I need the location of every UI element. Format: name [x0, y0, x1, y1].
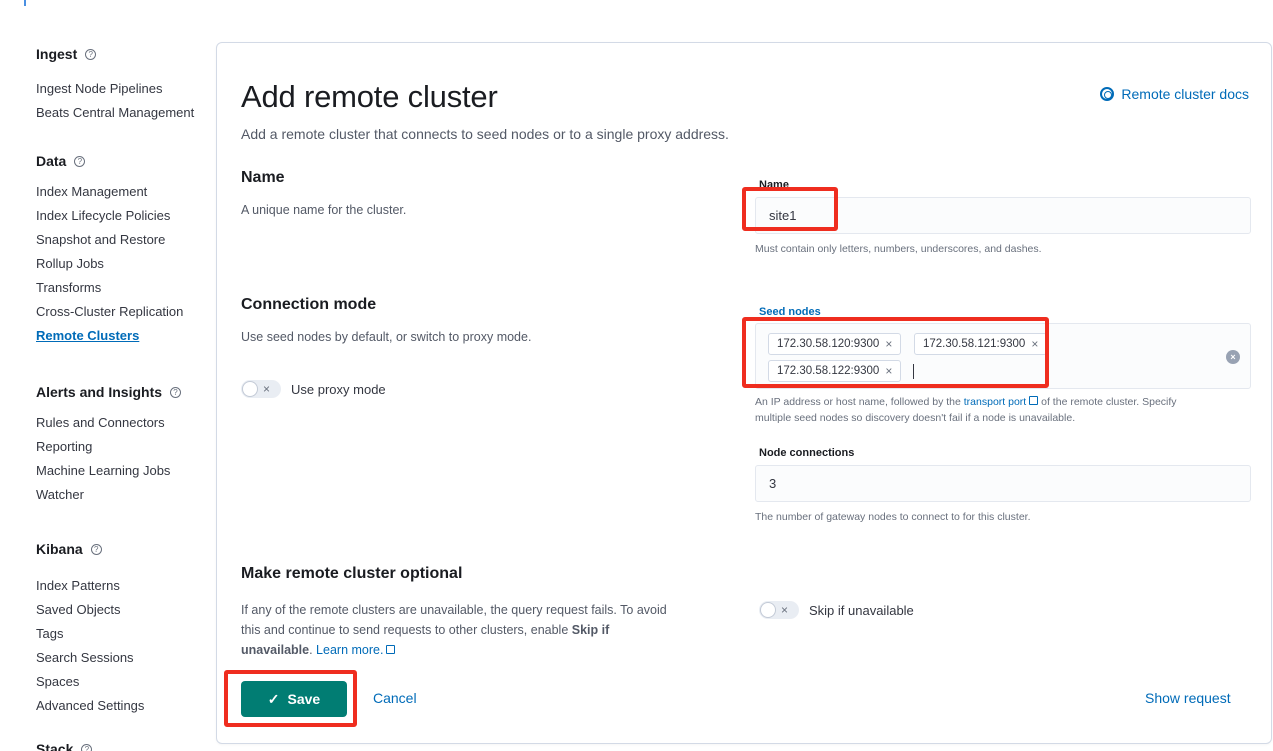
remove-chip-icon[interactable]: ×: [885, 364, 892, 378]
seed-node-chip: 172.30.58.122:9300 ×: [768, 360, 902, 382]
sidebar-item-tags[interactable]: Tags: [36, 622, 144, 646]
sidebar-item-advanced-settings[interactable]: Advanced Settings: [36, 694, 144, 718]
name-section-description: A unique name for the cluster.: [241, 203, 407, 217]
seed-help-text-end: of the remote cluster. Specify: [1038, 396, 1177, 408]
node-connections-input[interactable]: 3: [755, 465, 1251, 502]
sidebar-nav: Ingest? Ingest Node Pipelines Beats Cent…: [0, 0, 216, 751]
seed-node-chip: 172.30.58.120:9300 ×: [768, 333, 902, 355]
seed-node-value: 172.30.58.120:9300: [777, 338, 880, 350]
nav-group-ingest: Ingest? Ingest Node Pipelines Beats Cent…: [36, 45, 194, 125]
seed-nodes-label: Seed nodes: [759, 306, 821, 318]
check-icon: ✓: [267, 690, 280, 707]
nav-group-title: Data: [36, 153, 67, 169]
text-cursor: [913, 364, 914, 379]
seed-nodes-help: An IP address or host name, followed by …: [755, 394, 1255, 426]
sidebar-item-search-sessions[interactable]: Search Sessions: [36, 646, 144, 670]
show-request-button[interactable]: Show request: [1145, 690, 1231, 706]
nav-group-title: Stack: [36, 741, 74, 751]
sidebar-item-index-management[interactable]: Index Management: [36, 180, 183, 204]
external-link-icon: [1029, 396, 1039, 405]
sidebar-item-beats-central-management[interactable]: Beats Central Management: [36, 101, 194, 125]
lifebuoy-icon: [1100, 87, 1115, 101]
sidebar-item-index-lifecycle-policies[interactable]: Index Lifecycle Policies: [36, 204, 183, 228]
external-link-icon: [386, 645, 396, 654]
optional-desc-bold: Skip if: [571, 623, 610, 637]
toggle-off-icon: ×: [781, 603, 789, 617]
save-button[interactable]: ✓ Save: [241, 681, 347, 717]
name-field-label: Name: [759, 179, 789, 191]
page-title: Add remote cluster: [241, 79, 498, 114]
proxy-mode-label: Use proxy mode: [291, 381, 386, 397]
name-section-title: Name: [241, 169, 285, 186]
nav-group-title: Kibana: [36, 541, 83, 557]
connection-mode-title: Connection mode: [241, 296, 377, 313]
optional-desc-line2: this and continue to send requests to ot…: [241, 623, 572, 637]
seed-node-chip: 172.30.58.121:9300 ×: [914, 333, 1048, 355]
nav-group-alerts: Alerts and Insights? Rules and Connector…: [36, 383, 182, 507]
nav-group-stack: Stack?: [36, 740, 93, 751]
sidebar-item-cross-cluster-replication[interactable]: Cross-Cluster Replication: [36, 300, 183, 324]
sidebar-item-snapshot-and-restore[interactable]: Snapshot and Restore: [36, 228, 183, 252]
seed-node-value: 172.30.58.122:9300: [777, 365, 880, 377]
cancel-button[interactable]: Cancel: [373, 690, 417, 706]
remote-cluster-docs-link[interactable]: Remote cluster docs: [1100, 86, 1249, 102]
nav-group-title: Ingest: [36, 46, 78, 62]
sidebar-item-reporting[interactable]: Reporting: [36, 435, 181, 459]
help-icon[interactable]: ?: [85, 48, 97, 60]
docs-link-label: Remote cluster docs: [1121, 86, 1249, 102]
toggle-switch[interactable]: ×: [241, 380, 281, 398]
node-connections-label: Node connections: [759, 447, 855, 459]
toggle-off-icon: ×: [263, 382, 271, 396]
seed-nodes-combobox[interactable]: 172.30.58.120:9300 × 172.30.58.121:9300 …: [755, 323, 1251, 389]
toggle-knob: [242, 381, 258, 397]
sidebar-item-saved-objects[interactable]: Saved Objects: [36, 598, 144, 622]
nav-group-data: Data? Index Management Index Lifecycle P…: [36, 152, 183, 348]
toggle-knob: [760, 602, 776, 618]
save-button-label: Save: [287, 691, 321, 707]
toggle-switch[interactable]: ×: [759, 601, 799, 619]
name-input[interactable]: site1: [755, 197, 1251, 234]
nav-group-title: Alerts and Insights: [36, 384, 163, 400]
page-subtitle: Add a remote cluster that connects to se…: [241, 126, 729, 142]
learn-more-link[interactable]: Learn more.: [316, 643, 383, 657]
sidebar-item-ingest-node-pipelines[interactable]: Ingest Node Pipelines: [36, 77, 194, 101]
sidebar-item-watcher[interactable]: Watcher: [36, 483, 181, 507]
skip-unavailable-toggle[interactable]: × Skip if unavailable: [759, 601, 914, 619]
nav-group-kibana: Kibana? Index Patterns Saved Objects Tag…: [36, 540, 144, 718]
optional-desc-bold: unavailable: [241, 643, 310, 657]
help-icon[interactable]: ?: [74, 155, 86, 167]
sidebar-item-rules-and-connectors[interactable]: Rules and Connectors: [36, 411, 181, 435]
skip-unavailable-label: Skip if unavailable: [809, 602, 914, 618]
seed-node-value: 172.30.58.121:9300: [923, 338, 1026, 350]
seed-help-line2: multiple seed nodes so discovery doesn't…: [755, 412, 1076, 424]
main-panel: Add remote cluster Remote cluster docs A…: [216, 42, 1272, 744]
remove-chip-icon[interactable]: ×: [1031, 337, 1038, 351]
seed-help-text: An IP address or host name, followed by …: [755, 396, 964, 408]
name-field-help: Must contain only letters, numbers, unde…: [755, 243, 1042, 255]
remove-chip-icon[interactable]: ×: [885, 337, 892, 351]
sidebar-item-spaces[interactable]: Spaces: [36, 670, 144, 694]
node-connections-help: The number of gateway nodes to connect t…: [755, 511, 1031, 523]
help-icon[interactable]: ?: [170, 386, 182, 398]
optional-section-title: Make remote cluster optional: [241, 565, 463, 582]
proxy-mode-toggle[interactable]: × Use proxy mode: [241, 380, 386, 398]
optional-desc-punct: .: [309, 643, 317, 657]
help-icon[interactable]: ?: [90, 543, 102, 555]
optional-section-description: If any of the remote clusters are unavai…: [241, 600, 741, 660]
optional-desc-line1: If any of the remote clusters are unavai…: [241, 603, 667, 617]
clear-icon[interactable]: ×: [1226, 350, 1240, 364]
connection-mode-description: Use seed nodes by default, or switch to …: [241, 330, 532, 344]
sidebar-item-index-patterns[interactable]: Index Patterns: [36, 574, 144, 598]
transport-port-link[interactable]: transport port: [964, 396, 1026, 408]
sidebar-item-machine-learning-jobs[interactable]: Machine Learning Jobs: [36, 459, 181, 483]
sidebar-item-rollup-jobs[interactable]: Rollup Jobs: [36, 252, 183, 276]
help-icon[interactable]: ?: [81, 743, 93, 751]
sidebar-item-remote-clusters[interactable]: Remote Clusters: [36, 324, 183, 348]
sidebar-item-transforms[interactable]: Transforms: [36, 276, 183, 300]
